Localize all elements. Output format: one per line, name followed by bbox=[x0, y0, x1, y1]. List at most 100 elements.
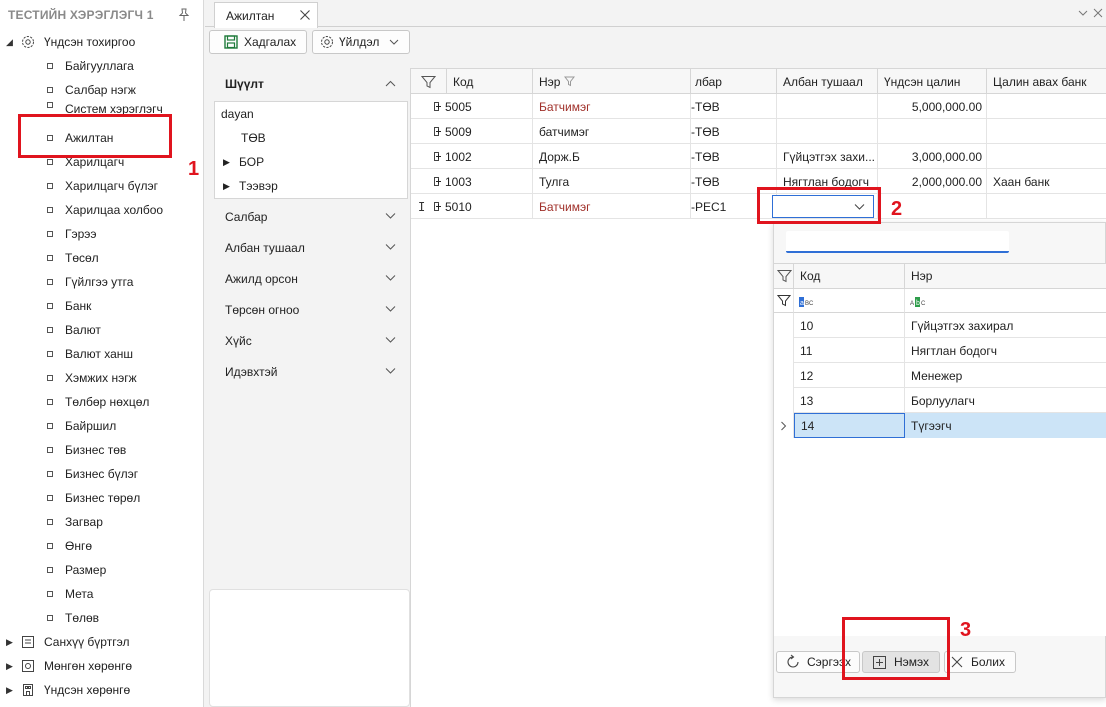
cell-code[interactable]: 5009 bbox=[439, 119, 533, 144]
dropdown-cell-name[interactable]: Менежер bbox=[905, 363, 1106, 388]
pin-icon[interactable] bbox=[177, 8, 191, 22]
expand-triangle-icon[interactable]: ▶ bbox=[6, 637, 16, 648]
table-row[interactable]: 1002 Дорж.Б -ТӨВ Гүйцэтгэх захи... 3,000,000… bbox=[411, 144, 1106, 169]
sidebar-item[interactable]: Салбар нэгж bbox=[0, 78, 203, 102]
filter-section[interactable]: Салбар bbox=[209, 201, 410, 232]
dropdown-cell-name[interactable]: Борлуулагч bbox=[905, 388, 1106, 413]
dropdown-search-input[interactable] bbox=[786, 231, 1009, 253]
dropdown-cell-name[interactable]: Түгээгч bbox=[905, 413, 1106, 438]
grid-filter-toggle[interactable] bbox=[411, 69, 447, 94]
cell-branch[interactable]: -ТӨВ bbox=[691, 119, 777, 144]
close-icon[interactable] bbox=[1093, 8, 1103, 18]
sidebar-item[interactable]: Төлбөр нөхцөл bbox=[0, 390, 203, 414]
save-button[interactable]: Хадгалах bbox=[209, 30, 307, 54]
column-header-position[interactable]: Албан тушаал bbox=[777, 69, 878, 94]
cell-bank[interactable] bbox=[987, 144, 1106, 169]
tab-employee[interactable]: Ажилтан bbox=[214, 2, 318, 28]
sidebar-item[interactable]: Размер bbox=[0, 558, 203, 582]
column-header-code[interactable]: Код bbox=[447, 69, 533, 94]
cell-branch[interactable]: -ТӨВ bbox=[691, 94, 777, 119]
sidebar-item[interactable]: Байршил bbox=[0, 414, 203, 438]
filter-section[interactable]: Хүйс bbox=[209, 325, 410, 356]
dropdown-cell-code[interactable]: 14 bbox=[794, 413, 905, 438]
sidebar-item[interactable]: Бизнес бүлэг bbox=[0, 462, 203, 486]
sidebar-item[interactable]: Гүйлгээ утга bbox=[0, 270, 203, 294]
chevron-down-icon[interactable] bbox=[385, 305, 396, 313]
expand-triangle-icon[interactable]: ▶ bbox=[6, 685, 16, 696]
cell-bank[interactable] bbox=[987, 194, 1106, 219]
cell-branch[interactable]: -ТӨВ bbox=[691, 144, 777, 169]
filter-tree-root[interactable]: dayan bbox=[221, 102, 254, 126]
dropdown-cell-name[interactable]: Нягтлан бодогч bbox=[905, 338, 1106, 363]
column-header-branch[interactable]: лбар bbox=[691, 69, 777, 94]
sidebar-item[interactable]: Мета bbox=[0, 582, 203, 606]
cell-position[interactable] bbox=[777, 94, 878, 119]
filter-tree-item[interactable]: ▶ Тээвэр bbox=[223, 174, 278, 198]
cell-name[interactable]: Батчимэг bbox=[533, 194, 691, 219]
cell-position[interactable]: Гүйцэтгэх захи... bbox=[777, 144, 878, 169]
expand-triangle-icon[interactable]: ▶ bbox=[6, 661, 16, 672]
expand-triangle-icon[interactable]: ▶ bbox=[223, 157, 239, 168]
dropdown-cell-code[interactable]: 10 bbox=[794, 313, 905, 338]
sidebar-item[interactable]: Өнгө bbox=[0, 534, 203, 558]
cell-name[interactable]: Тулга bbox=[533, 169, 691, 194]
sidebar-item[interactable]: Систем хэрэглэгч bbox=[0, 102, 203, 114]
dropdown-cell-code[interactable]: 12 bbox=[794, 363, 905, 388]
cancel-button[interactable]: Болих bbox=[944, 651, 1016, 673]
filter-tree-item[interactable]: ▶ БОР bbox=[223, 150, 264, 174]
dropdown-cell-name[interactable]: Гүйцэтгэх захирал bbox=[905, 313, 1106, 338]
dropdown-column-name[interactable]: Нэр bbox=[905, 264, 1106, 289]
sidebar-item[interactable]: Загвар bbox=[0, 510, 203, 534]
filter-section[interactable]: Төрсөн огноо bbox=[209, 294, 410, 325]
expand-triangle-icon[interactable]: ▶ bbox=[223, 181, 239, 192]
cell-salary[interactable]: 2,000,000.00 bbox=[878, 169, 987, 194]
cell-salary[interactable]: 3,000,000.00 bbox=[878, 144, 987, 169]
dropdown-row[interactable]: 11 Нягтлан бодогч bbox=[774, 338, 1106, 363]
chevron-down-icon[interactable] bbox=[385, 367, 396, 375]
cell-code[interactable]: 5010 bbox=[439, 194, 533, 219]
column-header-name[interactable]: Нэр bbox=[533, 69, 691, 94]
cell-name[interactable]: Батчимэг bbox=[533, 94, 691, 119]
tree-root-cash[interactable]: ▶ Мөнгөн хөрөнгө bbox=[0, 654, 203, 678]
dropdown-cell-code[interactable]: 11 bbox=[794, 338, 905, 363]
sidebar-item[interactable]: Харилцагч бүлэг bbox=[0, 174, 203, 198]
chevron-down-icon[interactable] bbox=[1078, 8, 1088, 18]
dropdown-filter-toggle[interactable] bbox=[774, 264, 794, 289]
cell-salary[interactable] bbox=[878, 119, 987, 144]
filter-funnel-icon[interactable] bbox=[564, 76, 576, 87]
filter-cell-name[interactable]: A b C bbox=[905, 289, 1106, 313]
dropdown-row[interactable]: 12 Менежер bbox=[774, 363, 1106, 388]
dropdown-cell-code[interactable]: 13 bbox=[794, 388, 905, 413]
tree-root-fixed-assets[interactable]: ▶ Үндсэн хөрөнгө bbox=[0, 678, 203, 702]
cell-bank[interactable] bbox=[987, 119, 1106, 144]
filter-section[interactable]: Идэвхтэй bbox=[209, 356, 410, 387]
sidebar-item[interactable]: Бизнес төрөл bbox=[0, 486, 203, 510]
cell-name[interactable]: батчимэг bbox=[533, 119, 691, 144]
column-header-bank[interactable]: Цалин авах банк bbox=[987, 69, 1106, 94]
tree-root-finance[interactable]: ▶ Санхүү бүртгэл bbox=[0, 630, 203, 654]
dropdown-row[interactable]: 13 Борлуулагч bbox=[774, 388, 1106, 413]
sidebar-item[interactable]: Төсөл bbox=[0, 246, 203, 270]
cell-bank[interactable] bbox=[987, 94, 1106, 119]
sidebar-item[interactable]: Төлөв bbox=[0, 606, 203, 630]
chevron-up-icon[interactable] bbox=[385, 80, 396, 88]
cell-name[interactable]: Дорж.Б bbox=[533, 144, 691, 169]
sidebar-item[interactable]: Банк bbox=[0, 294, 203, 318]
dropdown-row[interactable]: 14 Түгээгч bbox=[774, 413, 1106, 438]
close-icon[interactable] bbox=[299, 9, 311, 21]
chevron-down-icon[interactable] bbox=[385, 212, 396, 220]
sidebar-item[interactable]: Байгууллага bbox=[0, 54, 203, 78]
cell-position[interactable] bbox=[777, 119, 878, 144]
chevron-down-icon[interactable] bbox=[385, 274, 396, 282]
dropdown-column-code[interactable]: Код bbox=[794, 264, 905, 289]
table-row[interactable]: 5009 батчимэг -ТӨВ bbox=[411, 119, 1106, 144]
cell-bank[interactable]: Хаан банк bbox=[987, 169, 1106, 194]
action-dropdown-button[interactable]: Үйлдэл bbox=[312, 30, 410, 54]
cell-code[interactable]: 1002 bbox=[439, 144, 533, 169]
sidebar-item[interactable]: Гэрээ bbox=[0, 222, 203, 246]
filter-row-funnel[interactable] bbox=[774, 289, 794, 313]
filter-section[interactable]: Ажилд орсон bbox=[209, 263, 410, 294]
filter-tree-item[interactable]: ТӨВ bbox=[241, 126, 266, 150]
filter-cell-code[interactable]: a BC bbox=[794, 289, 905, 313]
table-row[interactable]: 5005 Батчимэг -ТӨВ 5,000,000.00 bbox=[411, 94, 1106, 119]
